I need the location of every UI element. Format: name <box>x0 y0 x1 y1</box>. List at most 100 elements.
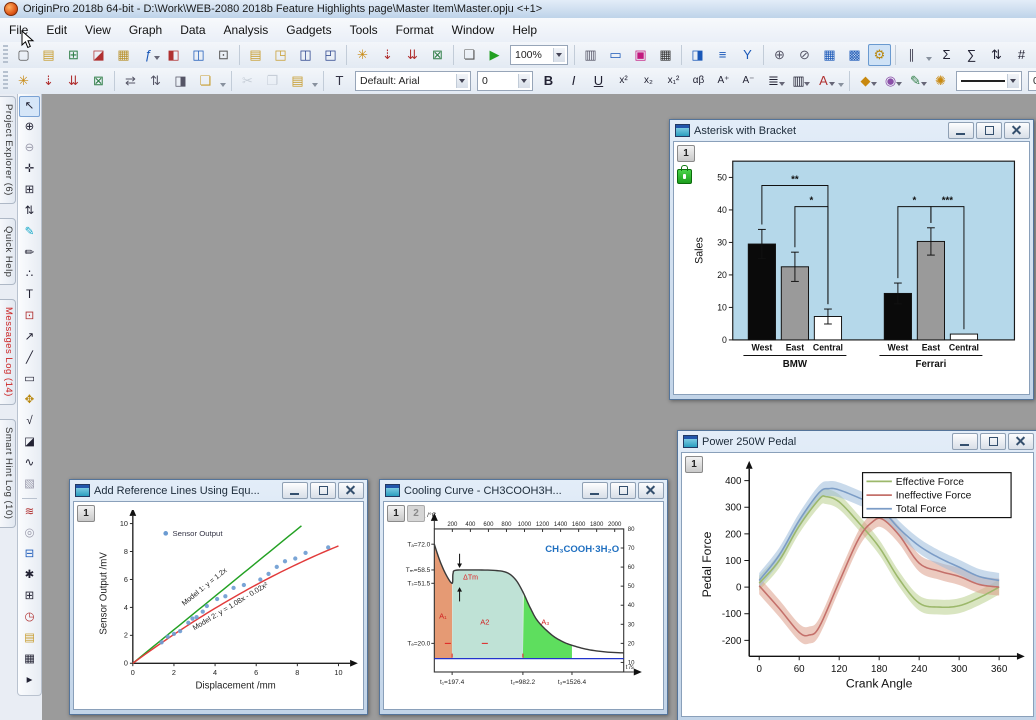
insert-graph-tool-icon[interactable]: ◪ <box>19 432 40 453</box>
window-titlebar[interactable]: Cooling Curve - CH3COOH3H... <box>380 480 667 501</box>
new-matrix-icon[interactable]: ▦ <box>112 44 135 66</box>
draw-data-tool-icon[interactable]: ✏ <box>19 243 40 264</box>
sheet-tab-1[interactable]: 1 <box>387 505 405 522</box>
insert-image-icon[interactable]: ▣ <box>629 44 652 66</box>
superscript-icon[interactable]: x² <box>612 70 635 92</box>
panel-tab-smart-hint-log-10[interactable]: Smart Hint Log (10) <box>0 419 16 527</box>
new-project-icon[interactable]: ▢ <box>12 44 35 66</box>
window-titlebar[interactable]: Power 250W Pedal <box>678 431 1036 452</box>
open-project-icon[interactable]: ▤ <box>37 44 60 66</box>
sheet-tab-2[interactable]: 2 <box>407 505 425 522</box>
import-ascii-icon[interactable]: ⇣ <box>37 70 60 92</box>
menu-view[interactable]: View <box>76 20 120 40</box>
date-stamp-tool-icon[interactable]: ◷ <box>19 607 40 628</box>
fill-color-icon[interactable]: ◆ <box>854 70 877 92</box>
dropdown-arrow-icon[interactable] <box>553 48 565 62</box>
mask-brush-tool-icon[interactable]: ✎ <box>19 222 40 243</box>
transpose-data-icon[interactable]: ◨ <box>169 70 192 92</box>
bold-icon[interactable]: B <box>537 70 560 92</box>
increase-font-icon[interactable]: A⁺ <box>712 70 735 92</box>
dropdown-arrow-icon[interactable] <box>1007 74 1019 88</box>
toolbar-overflow-icon[interactable] <box>836 71 846 91</box>
zoom-in-tool-icon[interactable]: ⊕ <box>19 117 40 138</box>
greek-symbols-icon[interactable]: αβ <box>687 70 710 92</box>
rescale-tool-icon[interactable]: ⇅ <box>19 201 40 222</box>
menu-help[interactable]: Help <box>503 20 546 40</box>
screen-reader-tool-icon[interactable]: ✛ <box>19 159 40 180</box>
hatch-pattern-icon[interactable]: ▥ <box>787 70 810 92</box>
italic-icon[interactable]: I <box>562 70 585 92</box>
window-titlebar[interactable]: Add Reference Lines Using Equ... <box>70 480 367 501</box>
line-color-icon[interactable]: ✎ <box>904 70 927 92</box>
subscript-icon[interactable]: x₂ <box>637 70 660 92</box>
add-column-icon[interactable]: ∥ <box>900 44 923 66</box>
circle-tool-icon[interactable]: ◎ <box>19 523 40 544</box>
find-icon[interactable]: ⊘ <box>793 44 816 66</box>
panel-tab-messages-log-14[interactable]: Messages Log (14) <box>0 299 16 405</box>
duplicate-batch-icon[interactable]: ❏ <box>194 70 217 92</box>
import-multiple-ascii-icon[interactable]: ⇊ <box>401 44 424 66</box>
sum-column-icon[interactable]: ∑ <box>960 44 983 66</box>
toolbar-overflow-icon[interactable] <box>924 45 934 65</box>
sort-column-icon[interactable]: ⇅ <box>985 44 1008 66</box>
new-folder-icon[interactable]: ⊡ <box>212 44 235 66</box>
panel-tab-quick-help[interactable]: Quick Help <box>0 218 16 285</box>
table-view-icon[interactable]: ▦ <box>818 44 841 66</box>
dropdown-arrow-icon[interactable] <box>456 74 468 88</box>
menu-graph[interactable]: Graph <box>120 20 171 40</box>
toolbar-grip[interactable] <box>3 45 8 65</box>
zoom-level-combo[interactable]: 100% <box>510 45 568 65</box>
close-button[interactable] <box>1008 433 1034 450</box>
font-color-icon[interactable]: A <box>812 70 835 92</box>
panel-tab-project-explorer-6[interactable]: Project Explorer (6) <box>0 96 16 204</box>
minimize-button[interactable] <box>952 433 978 450</box>
region-zoom-tool-icon[interactable]: ⊞ <box>19 180 40 201</box>
new-layout-icon[interactable]: ◧ <box>162 44 185 66</box>
menu-tools[interactable]: Tools <box>341 20 387 40</box>
close-button[interactable] <box>338 482 364 499</box>
menu-gadgets[interactable]: Gadgets <box>277 20 340 40</box>
import-excel-icon[interactable]: ⊠ <box>426 44 449 66</box>
reimport-icon[interactable]: ⇄ <box>119 70 142 92</box>
sheet-tab-1[interactable]: 1 <box>685 456 703 473</box>
arrow-tool-icon[interactable]: ↗ <box>19 327 40 348</box>
save-template-icon[interactable]: ◰ <box>319 44 342 66</box>
close-button[interactable] <box>638 482 664 499</box>
close-button[interactable] <box>1004 122 1030 139</box>
sheet-tab-1[interactable]: 1 <box>77 505 95 522</box>
restore-button[interactable] <box>976 122 1002 139</box>
new-workbook-icon[interactable]: ⊞ <box>62 44 85 66</box>
pointer-tool-icon[interactable]: ↖ <box>19 96 40 117</box>
asterisk-bracket-tool-icon[interactable]: ✱ <box>19 565 40 586</box>
zoom-page-icon[interactable]: ⊕ <box>768 44 791 66</box>
rectangle-tool-icon[interactable]: ▭ <box>19 369 40 390</box>
split-layers-icon[interactable]: ≡ <box>711 44 734 66</box>
new-function-icon[interactable]: ƒ <box>137 44 160 66</box>
save-project-icon[interactable]: ◫ <box>294 44 317 66</box>
import-ascii-icon[interactable]: ⇣ <box>376 44 399 66</box>
minimize-button[interactable] <box>948 122 974 139</box>
open-template-icon[interactable]: ◳ <box>269 44 292 66</box>
folder-stamp-tool-icon[interactable]: ▤ <box>19 628 40 649</box>
toolbar-grip[interactable] <box>3 71 8 91</box>
import-excel-icon[interactable]: ⊠ <box>87 70 110 92</box>
paste-icon[interactable]: ▤ <box>286 70 309 92</box>
palette-icon[interactable]: ◉ <box>879 70 902 92</box>
sheet-tab-1[interactable]: 1 <box>677 145 695 162</box>
toolbar-overflow-icon[interactable] <box>218 71 228 91</box>
font-name-combo[interactable]: Default: Arial <box>355 71 471 91</box>
menu-analysis[interactable]: Analysis <box>215 20 278 40</box>
grid-tool-icon[interactable]: ▦ <box>19 649 40 670</box>
pan-tool-icon[interactable]: ✥ <box>19 390 40 411</box>
insert-object-tool-icon[interactable]: ▧ <box>19 474 40 495</box>
slideshow-icon[interactable]: ▭ <box>604 44 627 66</box>
menu-window[interactable]: Window <box>443 20 504 40</box>
decrease-font-icon[interactable]: A⁻ <box>737 70 760 92</box>
run-script-icon[interactable]: ▶ <box>483 44 506 66</box>
line-tool-icon[interactable]: ╱ <box>19 348 40 369</box>
super-subscript-icon[interactable]: x₁² <box>662 70 685 92</box>
column-statistics-icon[interactable]: # <box>1010 44 1033 66</box>
font-tool-icon[interactable]: T <box>328 70 351 92</box>
insert-sparkline-tool-icon[interactable]: ∿ <box>19 453 40 474</box>
annotation-tool-icon[interactable]: ⊡ <box>19 306 40 327</box>
